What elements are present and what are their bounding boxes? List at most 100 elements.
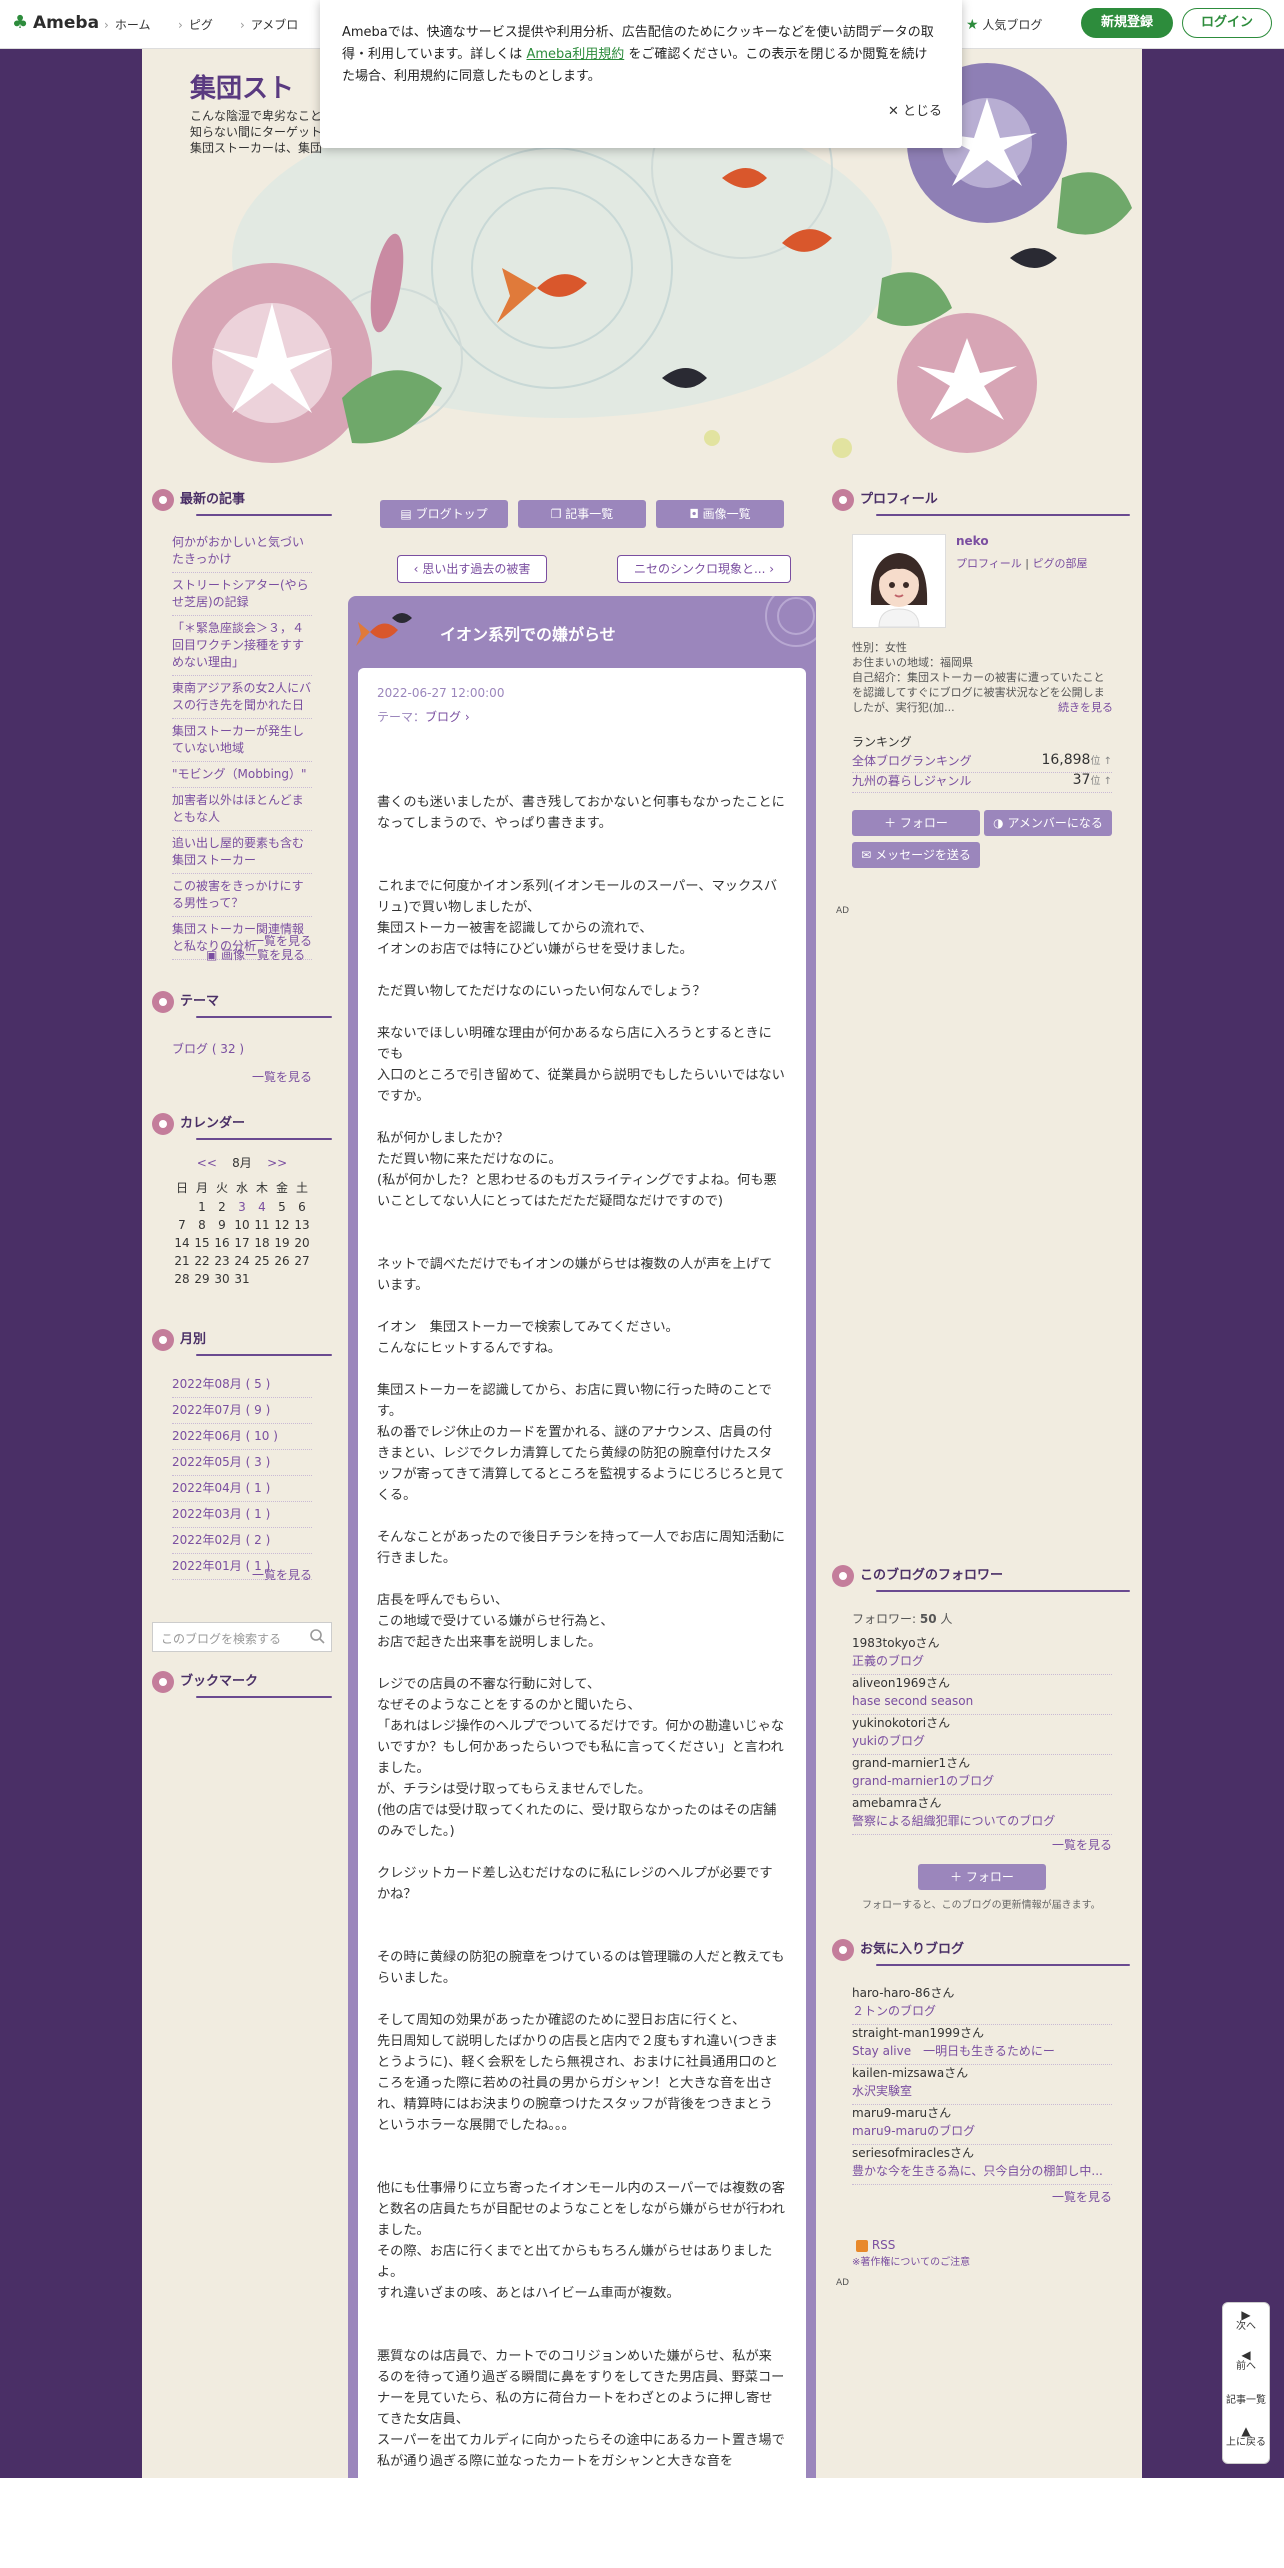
- nav-pig-label: ピグ: [188, 18, 213, 32]
- prev-entry-float[interactable]: ◀ 前へ: [1223, 2349, 1269, 2373]
- calendar-day: 24: [234, 1254, 250, 1268]
- follower-blog[interactable]: 正義のブログ: [852, 1652, 1112, 1670]
- signup-button[interactable]: 新規登録: [1081, 8, 1173, 38]
- float-top-label: 上に戻る: [1226, 2437, 1266, 2448]
- mail-icon: ✉: [861, 848, 872, 862]
- favorite-blog[interactable]: 水沢実験室: [852, 2082, 1112, 2100]
- next-entry-button[interactable]: ニセのシンクロ現象と... ›: [617, 555, 791, 583]
- favorite-blog[interactable]: maru9-maruのブログ: [852, 2122, 1112, 2140]
- flower-icon: [152, 488, 174, 511]
- follower-item[interactable]: grand-marnier1さん grand-marnier1のブログ: [852, 1754, 1112, 1795]
- follower-count-value: 50: [919, 1612, 937, 1626]
- message-button[interactable]: ✉ メッセージを送る: [852, 842, 980, 868]
- cookie-close-button[interactable]: ✕ とじる: [888, 100, 942, 119]
- nav-ameblo-label: アメブロ: [250, 18, 299, 32]
- plus-icon: ＋: [950, 1870, 963, 1884]
- image-list-button[interactable]: ◘ 画像一覧: [656, 500, 784, 528]
- favorite-blog[interactable]: Stay alive 一明日も生きるためにー: [852, 2042, 1112, 2060]
- ranking-row[interactable]: 九州の暮らしジャンル 37位 ↑: [852, 772, 1112, 793]
- nav-ameblo[interactable]: › アメブロ: [240, 16, 298, 33]
- nav-pig[interactable]: › ピグ: [178, 16, 213, 33]
- flower-icon: [832, 488, 854, 511]
- recent-entry[interactable]: 加害者以外はほとんどまともな人: [172, 788, 312, 831]
- follower-blog[interactable]: hase second season: [852, 1692, 1112, 1710]
- next-entry-float[interactable]: ▶ 次へ: [1223, 2309, 1269, 2333]
- monthly-archive-item[interactable]: 2022年06月 ( 10 ): [172, 1424, 312, 1450]
- favorite-blog[interactable]: ２トンのブログ: [852, 2002, 1112, 2020]
- profile-more-link[interactable]: 続きを見る: [1058, 701, 1113, 714]
- favorite-item[interactable]: kailen-mizsawaさん 水沢実験室: [852, 2064, 1112, 2105]
- calendar-next[interactable]: >>: [267, 1156, 287, 1170]
- followers-more-link[interactable]: 一覧を見る: [1052, 1836, 1112, 1853]
- monthly-archive-item[interactable]: 2022年08月 ( 5 ): [172, 1372, 312, 1398]
- ranking-row[interactable]: 全体ブログランキング 16,898位 ↑: [852, 752, 1112, 773]
- search-icon[interactable]: [309, 1628, 325, 1644]
- popular-blog-link[interactable]: ★ 人気ブログ: [966, 16, 1042, 33]
- theme-link[interactable]: ブログ: [425, 710, 461, 724]
- rss-link[interactable]: RSS: [856, 2238, 895, 2253]
- monthly-archive-item[interactable]: 2022年02月 ( 2 ): [172, 1528, 312, 1554]
- follower-item[interactable]: 1983tokyoさん 正義のブログ: [852, 1634, 1112, 1675]
- image-list-link[interactable]: ▣ 画像一覧を見る: [206, 946, 305, 963]
- divider: [196, 1696, 332, 1698]
- entry-list-float[interactable]: 記事一覧: [1223, 2395, 1269, 2407]
- favorite-blog[interactable]: 豊かな今を生きる為に、只今自分の棚卸し中...: [852, 2162, 1112, 2180]
- recent-entry[interactable]: ストリートシアター(やらせ芝居)の記録: [172, 573, 312, 616]
- theme-more-link[interactable]: 一覧を見る: [252, 1068, 312, 1085]
- blog-title[interactable]: 集団スト: [190, 68, 294, 105]
- entry-list-button[interactable]: ❐ 記事一覧: [518, 500, 646, 528]
- follower-item[interactable]: amebamraさん 警察による組織犯罪についてのブログ: [852, 1794, 1112, 1835]
- recent-entry[interactable]: 追い出し屋的要素も含む集団ストーカー: [172, 831, 312, 874]
- message-label: メッセージを送る: [875, 848, 971, 862]
- follower-blog[interactable]: yukiのブログ: [852, 1732, 1112, 1750]
- back-to-top-button[interactable]: ▲ 上に戻る: [1223, 2425, 1269, 2449]
- favorites-heading: お気に入りブログ: [832, 1938, 964, 1961]
- follower-blog[interactable]: 警察による組織犯罪についてのブログ: [852, 1812, 1112, 1830]
- recent-entry[interactable]: 「＊緊急座談会＞３，４回目ワクチン接種をすすめない理由」: [172, 616, 312, 676]
- follow-button[interactable]: ＋ フォロー: [852, 810, 980, 836]
- monthly-archive-item[interactable]: 2022年04月 ( 1 ): [172, 1476, 312, 1502]
- follower-item[interactable]: aliveon1969さん hase second season: [852, 1674, 1112, 1715]
- ameba-logo[interactable]: ♣ Ameba: [12, 12, 99, 34]
- avatar[interactable]: [852, 534, 946, 628]
- favorite-item[interactable]: seriesofmiraclesさん 豊かな今を生きる為に、只今自分の棚卸し中..…: [852, 2144, 1112, 2185]
- favorite-item[interactable]: straight-man1999さん Stay alive 一明日も生きるためにー: [852, 2024, 1112, 2065]
- favorites-more-link[interactable]: 一覧を見る: [1052, 2188, 1112, 2205]
- nav-home[interactable]: › ホーム: [104, 16, 150, 33]
- calendar-day[interactable]: 3: [232, 1198, 252, 1216]
- chevron-left-icon: ‹: [413, 562, 419, 576]
- amember-button[interactable]: ◑ アメンバーになる: [984, 810, 1112, 836]
- theme-item[interactable]: ブログ ( 32 ): [172, 1040, 244, 1057]
- login-button[interactable]: ログイン: [1182, 8, 1272, 38]
- favorite-item[interactable]: maru9-maruさん maru9-maruのブログ: [852, 2104, 1112, 2145]
- monthly-archive-item[interactable]: 2022年07月 ( 9 ): [172, 1398, 312, 1424]
- pig-room-link[interactable]: ピグの部屋: [1032, 557, 1087, 570]
- monthly-archive-item[interactable]: 2022年03月 ( 1 ): [172, 1502, 312, 1528]
- calendar-day: 12: [274, 1218, 290, 1232]
- monthly-archive-item[interactable]: 2022年05月 ( 3 ): [172, 1450, 312, 1476]
- article-paragraph: 悪質なのは店員で、カートでのコリジョンめいた嫌がらせ、私が来るのを待って通り過ぎ…: [377, 2349, 785, 2469]
- copyright-link[interactable]: ※著作権についてのご注意: [852, 2257, 970, 2268]
- calendar-day[interactable]: 4: [252, 1198, 272, 1216]
- recent-entry[interactable]: この被害をきっかけにする男性って？: [172, 874, 312, 917]
- star-icon: ★: [966, 17, 979, 33]
- follower-item[interactable]: yukinokotoriさん yukiのブログ: [852, 1714, 1112, 1755]
- left-page-background: [0, 48, 142, 2478]
- prev-entry-button[interactable]: ‹ 思い出す過去の被害: [397, 555, 547, 583]
- follow-button-2[interactable]: ＋ フォロー: [918, 1864, 1046, 1890]
- profile-name[interactable]: neko: [956, 534, 989, 548]
- blog-search-input[interactable]: このブログを検索する: [152, 1622, 332, 1652]
- calendar-weekday: 月: [195, 1181, 208, 1195]
- monthly-more-link[interactable]: 一覧を見る: [252, 1566, 312, 1583]
- recent-entry[interactable]: 集団ストーカーが発生していない地域: [172, 719, 312, 762]
- blog-top-button[interactable]: ▤ ブログトップ: [380, 500, 508, 528]
- calendar-prev[interactable]: <<: [197, 1156, 217, 1170]
- favorite-item[interactable]: haro-haro-86さん ２トンのブログ: [852, 1984, 1112, 2025]
- article-paragraph: レジでの店員の不審な行動に対して、 なぜそのようなことをするのかと聞いたら、 「…: [377, 1677, 785, 1839]
- profile-link[interactable]: プロフィール: [956, 557, 1022, 570]
- recent-entry[interactable]: "モビング（Mobbing）": [172, 762, 312, 788]
- follower-blog[interactable]: grand-marnier1のブログ: [852, 1772, 1112, 1790]
- recent-entry[interactable]: 東南アジア系の女2人にバスの行き先を聞かれた日: [172, 676, 312, 719]
- terms-link[interactable]: Ameba利用規約: [526, 47, 624, 62]
- recent-entry[interactable]: 何かがおかしいと気づいたきっかけ: [172, 530, 312, 573]
